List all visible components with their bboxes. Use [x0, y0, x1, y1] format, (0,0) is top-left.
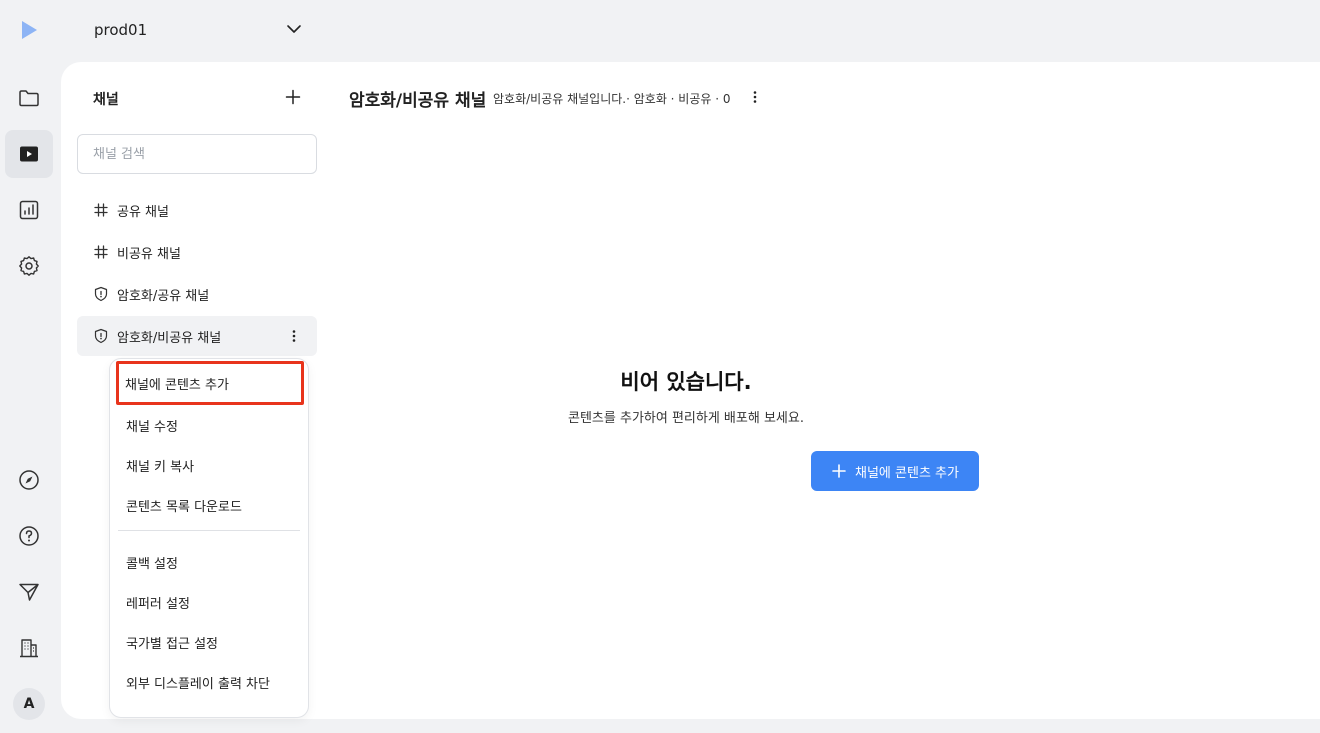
folder-icon — [19, 90, 39, 107]
play-icon — [20, 146, 38, 162]
nav-analytics-button[interactable] — [5, 186, 53, 234]
add-content-button[interactable]: 채널에 콘텐츠 추가 — [811, 451, 979, 491]
nav-rail: A — [0, 62, 60, 733]
analytics-icon — [19, 200, 39, 220]
menu-item-add-content[interactable]: 채널에 콘텐츠 추가 — [116, 361, 304, 405]
channel-item-encrypted-shared[interactable]: 암호화/공유 채널 — [77, 274, 317, 314]
channel-item-label: 비공유 채널 — [117, 246, 181, 262]
nav-folder-button[interactable] — [5, 74, 53, 122]
hash-icon — [93, 202, 109, 218]
page-title: 암호화/비공유 채널 — [349, 91, 487, 111]
shield-icon — [93, 286, 109, 302]
menu-item-country-access-settings[interactable]: 국가별 접근 설정 — [118, 622, 302, 662]
channel-list-title: 채널 — [93, 92, 119, 108]
nav-settings-button[interactable] — [5, 242, 53, 290]
menu-item-block-external-display[interactable]: 외부 디스플레이 출력 차단 — [118, 662, 302, 702]
nav-feedback-button[interactable] — [5, 568, 53, 616]
send-icon — [19, 583, 39, 601]
help-icon — [19, 526, 39, 546]
building-icon — [20, 639, 38, 658]
menu-item-copy-channel-key[interactable]: 채널 키 복사 — [118, 445, 302, 485]
add-content-button-label: 채널에 콘텐츠 추가 — [855, 465, 959, 481]
workspace-name[interactable]: prod01 — [94, 21, 147, 39]
empty-state-title: 비어 있습니다. — [620, 370, 752, 394]
nav-explore-button[interactable] — [5, 456, 53, 504]
hash-icon — [93, 244, 109, 260]
shield-icon — [93, 328, 109, 344]
nav-help-button[interactable] — [5, 512, 53, 560]
logo-icon — [22, 21, 37, 39]
channel-item-shared[interactable]: 공유 채널 — [77, 190, 317, 230]
top-bar: prod01 — [0, 0, 1320, 62]
compass-icon — [19, 470, 39, 490]
more-vertical-icon[interactable] — [746, 88, 764, 106]
plus-icon[interactable] — [283, 87, 303, 107]
nav-channel-button[interactable] — [5, 130, 53, 178]
settings-icon — [19, 256, 39, 276]
channel-item-label: 암호화/공유 채널 — [117, 288, 210, 304]
channel-context-menu: 채널에 콘텐츠 추가 채널 수정 채널 키 복사 콘텐츠 목록 다운로드 콜백 … — [109, 358, 309, 718]
channel-item-encrypted-unshared[interactable]: 암호화/비공유 채널 — [77, 316, 317, 356]
empty-state-description: 콘텐츠를 추가하여 편리하게 배포해 보세요. — [568, 411, 804, 426]
plus-icon — [832, 464, 846, 478]
menu-item-callback-settings[interactable]: 콜백 설정 — [118, 542, 302, 582]
main-panel: 채널 공유 채널 비공유 채널 암호화/공유 채널 암호화/비공유 채널 채널에… — [61, 62, 1320, 719]
channel-item-label: 암호화/비공유 채널 — [117, 330, 222, 346]
menu-item-edit-channel[interactable]: 채널 수정 — [118, 405, 302, 445]
channel-item-label: 공유 채널 — [117, 204, 169, 220]
more-vertical-icon[interactable] — [285, 327, 303, 345]
channel-meta: 암호화/비공유 채널입니다.· 암호화 · 비공유 · 0 — [493, 92, 731, 106]
menu-item-referrer-settings[interactable]: 레퍼러 설정 — [118, 582, 302, 622]
avatar[interactable]: A — [13, 688, 45, 720]
menu-item-download-content-list[interactable]: 콘텐츠 목록 다운로드 — [118, 485, 302, 525]
channel-item-unshared[interactable]: 비공유 채널 — [77, 232, 317, 272]
chevron-down-icon[interactable] — [284, 19, 304, 39]
menu-divider — [118, 530, 300, 531]
nav-organization-button[interactable] — [5, 624, 53, 672]
channel-search-input[interactable] — [77, 134, 317, 174]
